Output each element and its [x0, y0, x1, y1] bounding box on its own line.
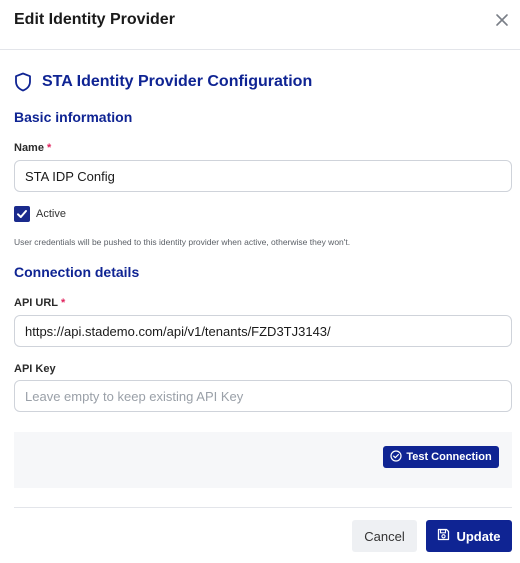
config-heading-text: STA Identity Provider Configuration	[42, 73, 313, 90]
update-label: Update	[456, 528, 501, 544]
name-label: Name *	[14, 142, 52, 154]
api-url-label: API URL *	[14, 297, 66, 309]
active-label: Active	[36, 208, 66, 220]
close-icon[interactable]	[492, 10, 512, 30]
test-connection-label: Test Connection	[406, 451, 492, 463]
api-key-input[interactable]	[15, 381, 511, 411]
test-connection-panel: Test Connection	[14, 432, 512, 488]
active-hint: User credentials will be pushed to this …	[14, 237, 351, 247]
basic-information-heading: Basic information	[14, 109, 133, 125]
api-key-label: API Key	[14, 363, 56, 375]
name-field[interactable]	[14, 160, 512, 192]
connection-details-heading: Connection details	[14, 264, 140, 280]
cancel-button[interactable]: Cancel	[352, 520, 417, 552]
api-url-field[interactable]	[14, 315, 512, 347]
api-url-input[interactable]	[15, 316, 511, 346]
test-connection-button[interactable]: Test Connection	[383, 446, 499, 468]
config-heading: STA Identity Provider Configuration	[14, 71, 312, 93]
footer-divider	[14, 507, 512, 508]
active-checkbox[interactable]	[14, 206, 30, 222]
required-mark: *	[46, 142, 52, 154]
save-icon	[437, 528, 450, 544]
update-button[interactable]: Update	[426, 520, 512, 552]
dialog-header: Edit Identity Provider	[0, 0, 520, 50]
name-input[interactable]	[15, 161, 511, 191]
required-mark: *	[61, 297, 66, 309]
check-circle-icon	[390, 449, 402, 465]
api-key-field[interactable]	[14, 380, 512, 412]
dialog-title: Edit Identity Provider	[14, 11, 175, 28]
shield-icon	[14, 72, 32, 92]
